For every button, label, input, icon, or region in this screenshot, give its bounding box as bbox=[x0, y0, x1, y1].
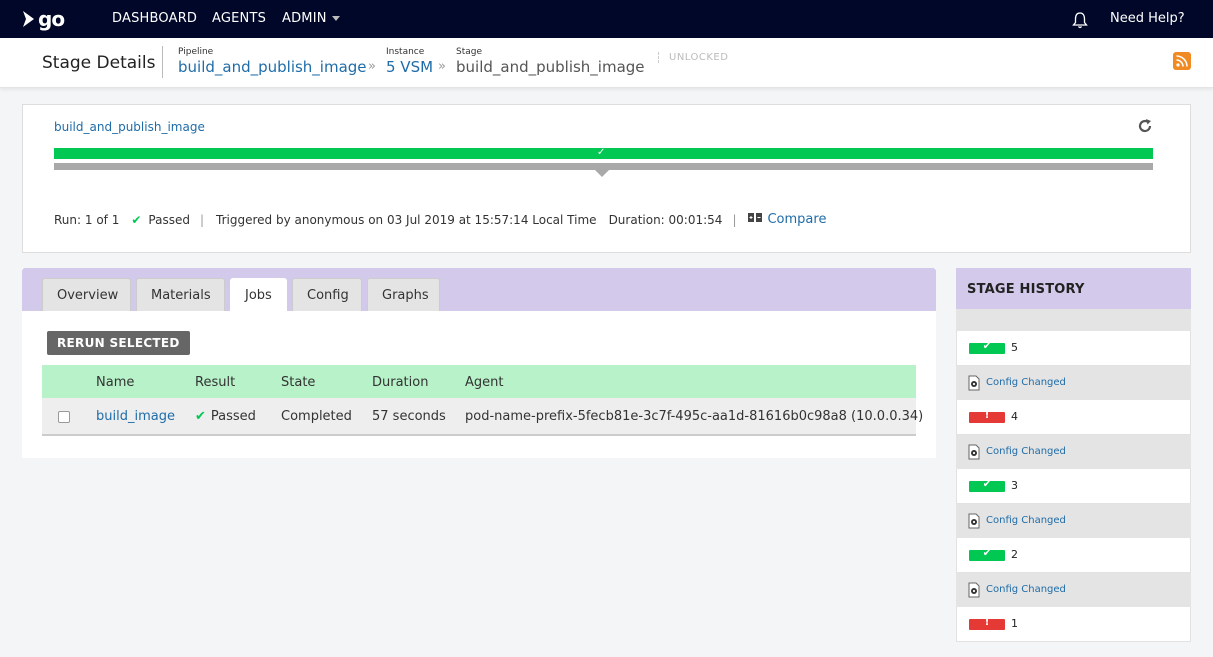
breadcrumb-separator-icon: » bbox=[438, 59, 446, 74]
stage-value: build_and_publish_image bbox=[456, 58, 645, 76]
stage-label: Stage bbox=[456, 47, 483, 57]
column-result: Result bbox=[195, 375, 236, 390]
history-item[interactable]: ✔ 5 bbox=[956, 331, 1191, 366]
chevron-down-icon bbox=[331, 16, 340, 21]
rss-feed-icon[interactable] bbox=[1173, 52, 1191, 70]
history-item[interactable]: ! 4 bbox=[956, 400, 1191, 435]
table-header: Name Result State Duration Agent bbox=[42, 365, 916, 398]
compare-icon[interactable] bbox=[748, 213, 763, 226]
run-count: Run: 1 of 1 bbox=[54, 212, 120, 227]
stage-name-link[interactable]: build_and_publish_image bbox=[54, 120, 205, 134]
column-agent: Agent bbox=[465, 375, 504, 390]
tab-config[interactable]: Config bbox=[292, 278, 362, 311]
tab-overview[interactable]: Overview bbox=[42, 278, 131, 311]
nav-agents[interactable]: AGENTS bbox=[212, 11, 266, 26]
refresh-icon[interactable] bbox=[1137, 118, 1153, 138]
instance-link[interactable]: 5 VSM bbox=[386, 58, 433, 76]
go-logo[interactable]: go bbox=[22, 7, 65, 31]
config-changed-icon bbox=[967, 513, 981, 533]
column-state: State bbox=[281, 375, 316, 390]
passed-badge-icon: ✔ bbox=[969, 341, 1005, 354]
stage-overview-panel: build_and_publish_image ✓ Run: 1 of 1 ✔ … bbox=[22, 104, 1191, 253]
stage-tabs-panel: Overview Materials Jobs Config Graphs RE… bbox=[22, 268, 936, 458]
tab-bar: Overview Materials Jobs Config Graphs bbox=[22, 268, 936, 311]
job-state: Completed bbox=[281, 409, 352, 424]
tab-materials[interactable]: Materials bbox=[136, 278, 225, 311]
lock-status: UNLOCKED bbox=[658, 52, 728, 63]
nav-admin[interactable]: ADMIN bbox=[282, 11, 340, 26]
pipeline-link[interactable]: build_and_publish_image bbox=[178, 58, 367, 76]
failed-badge-icon: ! bbox=[969, 410, 1005, 423]
check-icon: ✓ bbox=[597, 147, 606, 158]
history-run-number: 2 bbox=[1011, 548, 1018, 561]
stage-progress-track bbox=[54, 163, 1153, 170]
job-result-text: Passed bbox=[210, 409, 256, 424]
instance-label: Instance bbox=[386, 47, 425, 57]
stage-history: STAGE HISTORY ✔ 5 Config Changed ! 4 Con… bbox=[956, 268, 1191, 643]
top-nav: go DASHBOARD AGENTS ADMIN Need Help? bbox=[0, 0, 1213, 38]
history-item[interactable]: ✔ 2 bbox=[956, 538, 1191, 573]
config-changed-icon bbox=[967, 375, 981, 395]
divider: | bbox=[199, 212, 205, 227]
stage-history-title: STAGE HISTORY bbox=[956, 268, 1191, 309]
job-duration: 57 seconds bbox=[372, 409, 446, 424]
column-name: Name bbox=[96, 375, 135, 390]
divider: | bbox=[732, 212, 737, 227]
config-changed-row: Config Changed bbox=[956, 366, 1191, 400]
nav-dashboard[interactable]: DASHBOARD bbox=[112, 11, 197, 26]
bell-icon[interactable] bbox=[1071, 11, 1089, 33]
pipeline-label: Pipeline bbox=[178, 47, 214, 57]
need-help-link[interactable]: Need Help? bbox=[1110, 11, 1185, 26]
history-run-number: 5 bbox=[1011, 341, 1018, 354]
config-changed-link[interactable]: Config Changed bbox=[986, 584, 1066, 595]
nav-admin-label: ADMIN bbox=[282, 11, 327, 26]
config-changed-row: Config Changed bbox=[956, 435, 1191, 469]
go-logo-icon bbox=[23, 11, 34, 27]
breadcrumb-separator-icon: » bbox=[368, 59, 376, 74]
run-result: Passed bbox=[148, 212, 190, 227]
history-run-number: 3 bbox=[1011, 479, 1018, 492]
job-select-checkbox[interactable] bbox=[58, 411, 70, 423]
job-result: ✔ Passed bbox=[195, 409, 256, 424]
tab-graphs[interactable]: Graphs bbox=[367, 278, 440, 311]
history-spacer bbox=[956, 309, 1191, 331]
rerun-selected-button[interactable]: RERUN SELECTED bbox=[47, 331, 190, 355]
breadcrumb-pipeline: Pipeline build_and_publish_image bbox=[178, 47, 367, 76]
run-info: Run: 1 of 1 ✔ Passed | Triggered by anon… bbox=[54, 212, 826, 227]
passed-badge-icon: ✔ bbox=[969, 479, 1005, 492]
config-changed-link[interactable]: Config Changed bbox=[986, 377, 1066, 388]
compare-link[interactable]: Compare bbox=[767, 212, 826, 227]
current-stage-pointer-icon bbox=[595, 170, 609, 177]
config-changed-link[interactable]: Config Changed bbox=[986, 446, 1066, 457]
title-divider bbox=[162, 46, 163, 78]
breadcrumb-instance: Instance 5 VSM bbox=[386, 47, 433, 76]
stage-duration: Duration: 00:01:54 bbox=[608, 212, 723, 227]
table-row: build_image ✔ Passed Completed 57 seconds… bbox=[42, 398, 923, 436]
history-run-number: 1 bbox=[1011, 617, 1018, 630]
config-changed-icon bbox=[967, 444, 981, 464]
job-agent: pod-name-prefix-5fecb81e-3c7f-495c-aa1d-… bbox=[465, 409, 924, 424]
config-changed-icon bbox=[967, 582, 981, 602]
logo-text: go bbox=[38, 7, 65, 31]
job-name-link[interactable]: build_image bbox=[96, 409, 175, 424]
triggered-by: Triggered by anonymous on 03 Jul 2019 at… bbox=[216, 212, 597, 227]
failed-badge-icon: ! bbox=[969, 617, 1005, 630]
history-run-number: 4 bbox=[1011, 410, 1018, 423]
config-changed-row: Config Changed bbox=[956, 573, 1191, 607]
passed-badge-icon: ✔ bbox=[969, 548, 1005, 561]
page-title: Stage Details bbox=[42, 53, 156, 73]
config-changed-row: Config Changed bbox=[956, 504, 1191, 538]
jobs-table: Name Result State Duration Agent build_i… bbox=[42, 365, 923, 436]
config-changed-link[interactable]: Config Changed bbox=[986, 515, 1066, 526]
tab-jobs[interactable]: Jobs bbox=[230, 278, 287, 311]
check-icon: ✔ bbox=[131, 212, 142, 227]
page-header: Stage Details Pipeline build_and_publish… bbox=[0, 38, 1213, 88]
history-item[interactable]: ! 1 bbox=[956, 607, 1191, 642]
column-duration: Duration bbox=[372, 375, 429, 390]
check-icon: ✔ bbox=[195, 409, 206, 424]
breadcrumb-stage: Stage build_and_publish_image bbox=[456, 47, 645, 76]
history-item[interactable]: ✔ 3 bbox=[956, 469, 1191, 504]
